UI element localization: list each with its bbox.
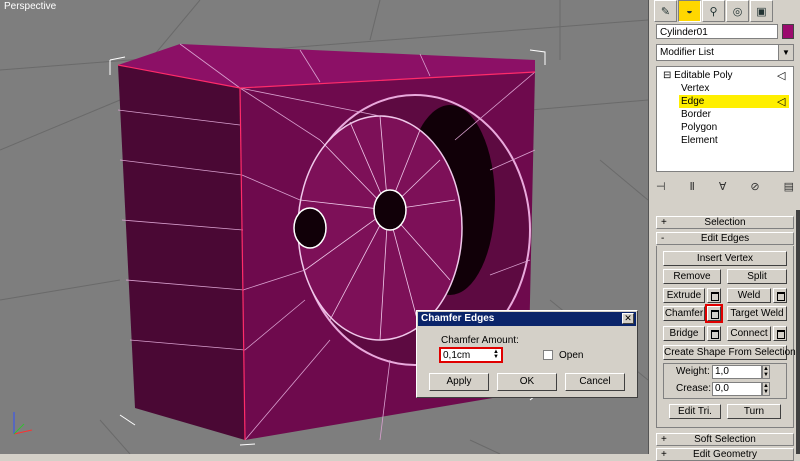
weight-spinner[interactable]: ▲ ▼ — [762, 365, 770, 379]
modifier-list-label: Modifier List — [660, 47, 714, 58]
expand-icon: + — [661, 449, 667, 460]
chamfer-settings-button[interactable] — [705, 304, 723, 323]
apply-button[interactable]: Apply — [429, 373, 489, 391]
axis-gizmo — [13, 412, 33, 435]
modify-tab-icon[interactable]: ◒ — [678, 0, 701, 22]
edit-tri-button[interactable]: Edit Tri. — [669, 404, 721, 419]
pin-stack-icon[interactable]: ⊣ — [656, 180, 666, 193]
extrude-button[interactable]: Extrude — [663, 288, 705, 303]
weld-settings-button[interactable] — [773, 288, 787, 303]
crease-spinner[interactable]: ▲ ▼ — [762, 382, 770, 396]
stack-toolbar: ⊣ Ⅱ ∀ ⊘ ▤ — [656, 178, 794, 194]
configure-sets-icon[interactable]: ▤ — [784, 180, 794, 193]
target-weld-button[interactable]: Target Weld — [727, 306, 787, 321]
connect-button[interactable]: Connect — [727, 326, 771, 341]
split-button[interactable]: Split — [727, 269, 787, 284]
settings-window-icon — [711, 292, 719, 301]
small-hole-left — [293, 207, 327, 249]
crease-input[interactable]: 0,0 — [712, 382, 762, 396]
chamfer-amount-label: Chamfer Amount: — [441, 335, 519, 346]
open-label: Open — [559, 350, 584, 361]
weight-label: Weight: — [676, 366, 710, 377]
turn-button[interactable]: Turn — [727, 404, 781, 419]
command-panel-tabs: ✎ ◒ ⚲ ◎ ▣ — [654, 0, 774, 22]
viewport-label[interactable]: Perspective — [4, 1, 56, 12]
rollout-edit-geometry[interactable]: + Edit Geometry — [656, 448, 794, 461]
dialog-title: Chamfer Edges — [421, 313, 495, 324]
ok-button[interactable]: OK — [497, 373, 557, 391]
stack-item-border[interactable]: Border — [679, 108, 711, 121]
settings-window-icon — [777, 292, 785, 301]
chamfer-edges-dialog: Chamfer Edges ✕ Chamfer Amount: 0,1cm ▲ ▼… — [416, 310, 638, 398]
stack-item-edge[interactable]: Edge — [679, 95, 789, 108]
chamfer-amount-input[interactable]: 0,1cm — [443, 350, 487, 362]
rollout-soft-selection[interactable]: + Soft Selection — [656, 433, 794, 446]
stack-item-polygon[interactable]: Polygon — [679, 121, 717, 134]
edit-edges-body: Insert Vertex Remove Split Extrude Weld … — [656, 246, 796, 428]
pin-icon: ◁ — [777, 70, 786, 82]
connect-settings-button[interactable] — [773, 326, 787, 341]
modifier-stack[interactable]: ⊟ Editable Poly ◁ Vertex Edge ◁ Border P… — [656, 66, 794, 172]
object-color-swatch[interactable] — [782, 24, 794, 39]
extrude-settings-button[interactable] — [707, 288, 721, 303]
stack-item-element[interactable]: Element — [679, 134, 718, 147]
panel-scrollbar[interactable] — [796, 210, 800, 454]
weight-input[interactable]: 1,0 — [712, 365, 762, 379]
hierarchy-tab-icon[interactable]: ⚲ — [702, 0, 725, 22]
chamfer-amount-field[interactable]: 0,1cm ▲ ▼ — [439, 347, 503, 363]
chamfer-button[interactable]: Chamfer — [663, 306, 705, 321]
create-shape-button[interactable]: Create Shape From Selection — [663, 345, 796, 360]
bridge-button[interactable]: Bridge — [663, 326, 705, 341]
weight-crease-group: Weight: 1,0 ▲ ▼ Crease: 0,0 ▲ ▼ — [663, 363, 787, 399]
chamfer-amount-spinner[interactable]: ▲ ▼ — [492, 349, 500, 360]
small-hole-right — [373, 189, 407, 231]
display-tab-icon[interactable]: ▣ — [750, 0, 773, 22]
create-tab-icon[interactable]: ✎ — [654, 0, 677, 22]
insert-vertex-button[interactable]: Insert Vertex — [663, 251, 787, 266]
remove-modifier-icon[interactable]: ⊘ — [750, 180, 759, 193]
settings-window-icon — [777, 330, 785, 339]
weld-button[interactable]: Weld — [727, 288, 771, 303]
expand-icon: + — [661, 434, 667, 445]
stack-item-editable-poly[interactable]: ⊟ Editable Poly — [661, 69, 733, 82]
crease-label: Crease: — [676, 383, 712, 394]
settings-window-icon — [711, 310, 719, 319]
make-unique-icon[interactable]: ∀ — [719, 180, 727, 193]
cancel-button[interactable]: Cancel — [565, 373, 625, 391]
motion-tab-icon[interactable]: ◎ — [726, 0, 749, 22]
object-name-field[interactable]: Cylinder01 — [656, 24, 778, 39]
rollout-edit-edges[interactable]: - Edit Edges — [656, 232, 794, 245]
open-checkbox[interactable] — [543, 350, 553, 360]
collapse-icon: - — [661, 233, 665, 244]
expand-icon: + — [661, 217, 667, 228]
dialog-titlebar[interactable]: Chamfer Edges ✕ — [418, 312, 636, 326]
edge-mode-icon: ◁ — [777, 96, 786, 108]
remove-button[interactable]: Remove — [663, 269, 721, 284]
bridge-settings-button[interactable] — [707, 326, 721, 341]
settings-window-icon — [711, 330, 719, 339]
stack-item-vertex[interactable]: Vertex — [679, 82, 709, 95]
modifier-list-dropdown[interactable]: Modifier List ▼ — [656, 44, 794, 61]
show-end-result-icon[interactable]: Ⅱ — [690, 180, 695, 193]
command-panel: ✎ ◒ ⚲ ◎ ▣ Cylinder01 Modifier List ▼ ⊟ E… — [650, 0, 800, 461]
cube-left-face — [118, 65, 245, 440]
close-icon[interactable]: ✕ — [622, 313, 634, 324]
chevron-down-icon[interactable]: ▼ — [778, 45, 793, 60]
rollout-selection[interactable]: + Selection — [656, 216, 794, 229]
